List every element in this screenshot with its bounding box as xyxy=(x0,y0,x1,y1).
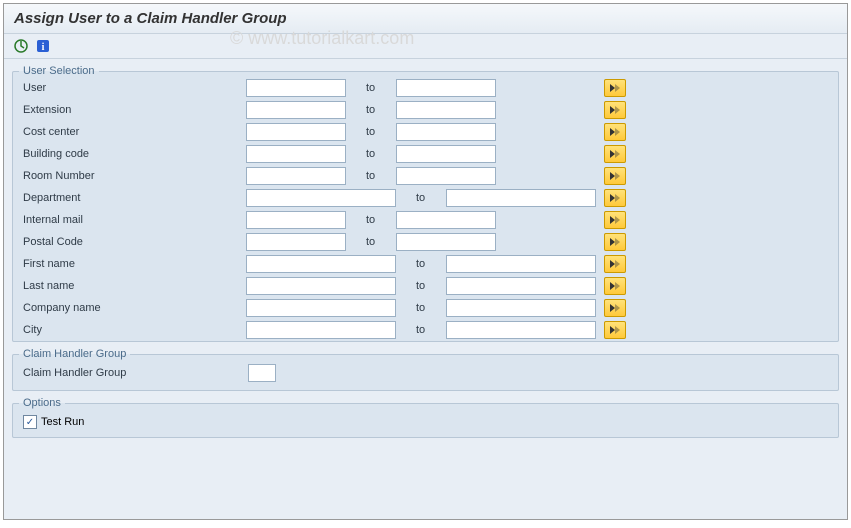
to-label: to xyxy=(396,258,446,270)
field-label: Room Number xyxy=(21,170,246,182)
to-input[interactable] xyxy=(396,167,496,185)
field-label: Company name xyxy=(21,302,246,314)
from-input[interactable] xyxy=(246,145,346,163)
multiple-selection-button[interactable] xyxy=(604,101,626,119)
app-frame: Assign User to a Claim Handler Group © w… xyxy=(3,3,848,520)
selection-row: Building code to xyxy=(13,143,838,165)
selection-row: Internal mail to xyxy=(13,209,838,231)
multiple-selection-button[interactable] xyxy=(604,233,626,251)
from-input[interactable] xyxy=(246,79,346,97)
from-input[interactable] xyxy=(246,233,346,251)
multiple-selection-button[interactable] xyxy=(604,277,626,295)
selection-row: Last name to xyxy=(13,275,838,297)
multiple-selection-button[interactable] xyxy=(604,299,626,317)
to-label: to xyxy=(346,214,396,226)
from-input[interactable] xyxy=(246,101,346,119)
to-input[interactable] xyxy=(446,321,596,339)
to-input[interactable] xyxy=(396,101,496,119)
selection-row: Department to xyxy=(13,187,838,209)
to-label: to xyxy=(346,82,396,94)
from-input[interactable] xyxy=(246,299,396,317)
field-label: Cost center xyxy=(21,126,246,138)
selection-row: Room Number to xyxy=(13,165,838,187)
from-input[interactable] xyxy=(246,167,346,185)
field-label: User xyxy=(21,82,246,94)
claim-handler-label: Claim Handler Group xyxy=(23,367,248,379)
to-input[interactable] xyxy=(396,145,496,163)
to-label: to xyxy=(396,280,446,292)
to-input[interactable] xyxy=(396,79,496,97)
group-options: Options ✓ Test Run xyxy=(12,397,839,438)
to-label: to xyxy=(346,148,396,160)
to-label: to xyxy=(396,192,446,204)
multiple-selection-button[interactable] xyxy=(604,189,626,207)
execute-icon[interactable] xyxy=(12,38,30,54)
selection-row: First name to xyxy=(13,253,838,275)
selection-row: City to xyxy=(13,319,838,341)
from-input[interactable] xyxy=(246,123,346,141)
field-label: Internal mail xyxy=(21,214,246,226)
legend-user-selection: User Selection xyxy=(19,65,99,77)
from-input[interactable] xyxy=(246,211,346,229)
multiple-selection-button[interactable] xyxy=(604,145,626,163)
field-label: City xyxy=(21,324,246,336)
toolbar: i xyxy=(4,34,847,59)
selection-row: Extension to xyxy=(13,99,838,121)
field-label: Last name xyxy=(21,280,246,292)
to-input[interactable] xyxy=(396,211,496,229)
group-user-selection: User Selection UsertoExtensiontoCost cen… xyxy=(12,65,839,342)
legend-options: Options xyxy=(19,397,65,409)
field-label: Postal Code xyxy=(21,236,246,248)
multiple-selection-button[interactable] xyxy=(604,79,626,97)
from-input[interactable] xyxy=(246,189,396,207)
page-title: Assign User to a Claim Handler Group xyxy=(14,10,837,27)
to-input[interactable] xyxy=(396,123,496,141)
multiple-selection-button[interactable] xyxy=(604,167,626,185)
to-label: to xyxy=(346,236,396,248)
to-label: to xyxy=(346,170,396,182)
to-input[interactable] xyxy=(446,189,596,207)
info-icon[interactable]: i xyxy=(34,38,52,54)
to-label: to xyxy=(396,302,446,314)
svg-text:i: i xyxy=(42,42,45,53)
from-input[interactable] xyxy=(246,277,396,295)
to-label: to xyxy=(396,324,446,336)
to-input[interactable] xyxy=(446,255,596,273)
content: User Selection UsertoExtensiontoCost cen… xyxy=(4,59,847,450)
test-run-checkbox[interactable]: ✓ xyxy=(23,415,37,429)
field-label: Department xyxy=(21,192,246,204)
to-label: to xyxy=(346,104,396,116)
field-label: Extension xyxy=(21,104,246,116)
selection-row: User to xyxy=(13,77,838,99)
group-claim-handler: Claim Handler Group Claim Handler Group xyxy=(12,348,839,391)
title-bar: Assign User to a Claim Handler Group xyxy=(4,4,847,34)
to-input[interactable] xyxy=(446,277,596,295)
multiple-selection-button[interactable] xyxy=(604,321,626,339)
multiple-selection-button[interactable] xyxy=(604,211,626,229)
field-label: First name xyxy=(21,258,246,270)
selection-row: Company name to xyxy=(13,297,838,319)
legend-claim-handler: Claim Handler Group xyxy=(19,348,130,360)
field-label: Building code xyxy=(21,148,246,160)
from-input[interactable] xyxy=(246,321,396,339)
to-input[interactable] xyxy=(396,233,496,251)
to-input[interactable] xyxy=(446,299,596,317)
selection-row: Cost center to xyxy=(13,121,838,143)
multiple-selection-button[interactable] xyxy=(604,123,626,141)
to-label: to xyxy=(346,126,396,138)
from-input[interactable] xyxy=(246,255,396,273)
selection-row: Postal Code to xyxy=(13,231,838,253)
test-run-label: Test Run xyxy=(41,416,84,428)
multiple-selection-button[interactable] xyxy=(604,255,626,273)
claim-handler-input[interactable] xyxy=(248,364,276,382)
